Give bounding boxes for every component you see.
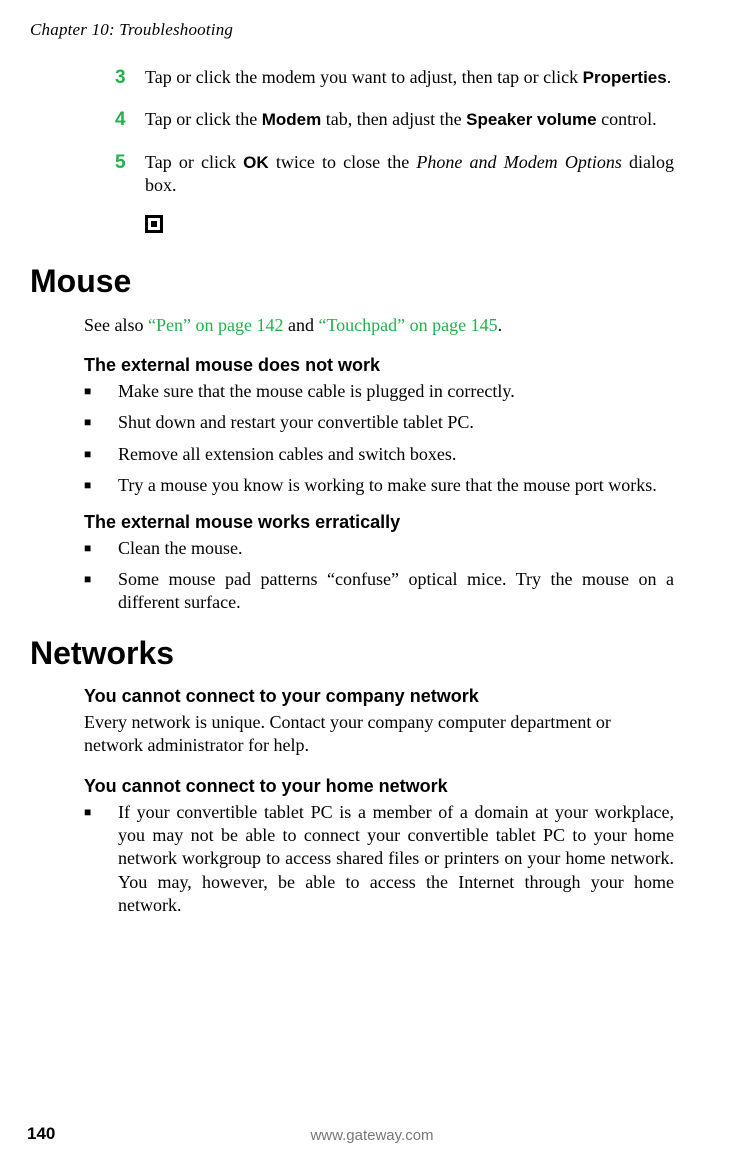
see-also-line: See also “Pen” on page 142 and “Touchpad… [84, 314, 674, 337]
text-bold: Modem [262, 110, 322, 129]
text-part: tab, then adjust the [321, 109, 466, 129]
bullet-text: Shut down and restart your convertible t… [118, 411, 474, 434]
heading-networks: Networks [30, 635, 674, 672]
text-part: . [667, 67, 672, 87]
page-number: 140 [27, 1124, 55, 1144]
text-bold: OK [243, 153, 269, 172]
list-item: ■Shut down and restart your convertible … [84, 411, 674, 434]
chapter-header: Chapter 10: Troubleshooting [30, 20, 674, 40]
step-number: 5 [115, 151, 145, 197]
bullet-icon: ■ [84, 801, 118, 918]
bullet-text: Try a mouse you know is working to make … [118, 474, 657, 497]
text-part: Tap or click the modem you want to adjus… [145, 67, 583, 87]
text-part: control. [597, 109, 657, 129]
link-touchpad[interactable]: “Touchpad” on page 145 [318, 315, 497, 335]
text-bold: Speaker volume [466, 110, 596, 129]
step-4: 4 Tap or click the Modem tab, then adjus… [115, 108, 674, 132]
subhead-company-network: You cannot connect to your company netwo… [84, 686, 674, 707]
link-pen[interactable]: “Pen” on page 142 [148, 315, 283, 335]
subhead-mouse-not-work: The external mouse does not work [84, 355, 674, 376]
list-item: ■Try a mouse you know is working to make… [84, 474, 674, 497]
see-also-prefix: See also [84, 315, 148, 335]
bullet-icon: ■ [84, 474, 118, 497]
subhead-mouse-erratic: The external mouse works erratically [84, 512, 674, 533]
see-also-and: and [283, 315, 318, 335]
step-number: 4 [115, 108, 145, 132]
text-part: Tap or click [145, 152, 243, 172]
see-also-period: . [498, 315, 503, 335]
bullet-text: Make sure that the mouse cable is plugge… [118, 380, 515, 403]
bullet-icon: ■ [84, 380, 118, 403]
text-part: twice to close the [269, 152, 417, 172]
list-item: ■Some mouse pad patterns “confuse” optic… [84, 568, 674, 615]
subhead-home-network: You cannot connect to your home network [84, 776, 674, 797]
text-italic: Phone and Modem Options [416, 152, 621, 172]
step-text: Tap or click the modem you want to adjus… [145, 66, 671, 90]
para-company-network: Every network is unique. Contact your co… [84, 711, 674, 758]
step-5: 5 Tap or click OK twice to close the Pho… [115, 151, 674, 197]
bullet-text: Clean the mouse. [118, 537, 242, 560]
bullet-text: Some mouse pad patterns “confuse” optica… [118, 568, 674, 615]
bullet-text: Remove all extension cables and switch b… [118, 443, 456, 466]
footer: 140 www.gateway.com [0, 1127, 744, 1144]
text-bold: Properties [583, 68, 667, 87]
bullet-icon: ■ [84, 537, 118, 560]
end-of-procedure-icon [145, 215, 674, 238]
list-item: ■Clean the mouse. [84, 537, 674, 560]
bullet-icon: ■ [84, 568, 118, 615]
text-part: Tap or click the [145, 109, 262, 129]
heading-mouse: Mouse [30, 263, 674, 300]
list-item: ■If your convertible tablet PC is a memb… [84, 801, 674, 918]
list-item: ■Remove all extension cables and switch … [84, 443, 674, 466]
bullet-icon: ■ [84, 443, 118, 466]
footer-url: www.gateway.com [0, 1127, 744, 1144]
step-text: Tap or click OK twice to close the Phone… [145, 151, 674, 197]
step-number: 3 [115, 66, 145, 90]
list-item: ■Make sure that the mouse cable is plugg… [84, 380, 674, 403]
bullet-text: If your convertible tablet PC is a membe… [118, 801, 674, 918]
step-text: Tap or click the Modem tab, then adjust … [145, 108, 657, 132]
bullet-icon: ■ [84, 411, 118, 434]
step-3: 3 Tap or click the modem you want to adj… [115, 66, 674, 90]
